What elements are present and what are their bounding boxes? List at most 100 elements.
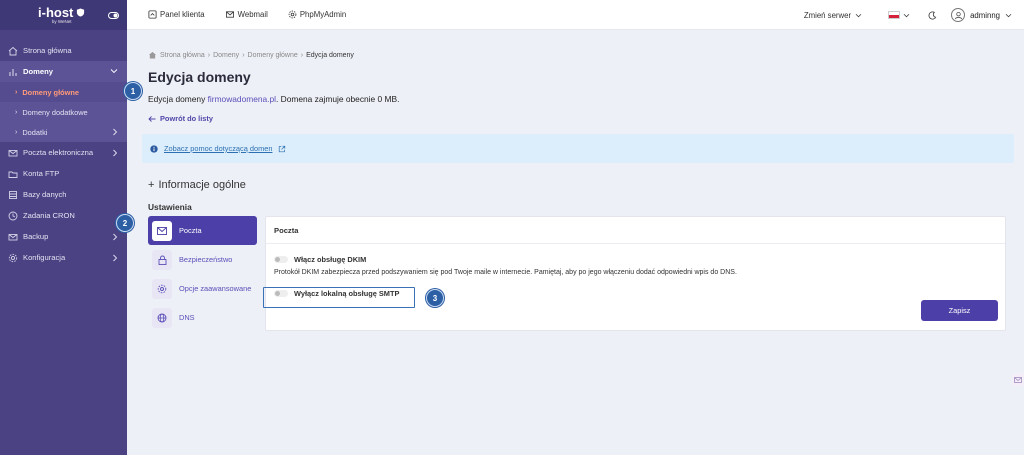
- sidebar-item-email[interactable]: Poczta elektroniczna: [0, 142, 127, 163]
- mail-icon: [152, 220, 172, 241]
- domain-name: firmowadomena.pl: [207, 94, 277, 104]
- tab-label: Poczta: [179, 226, 202, 235]
- topbar-link-label: PhpMyAdmin: [299, 10, 347, 19]
- dark-mode-moon-icon[interactable]: [928, 11, 937, 20]
- breadcrumb-item[interactable]: Domeny główne: [248, 52, 298, 59]
- home-icon: [148, 10, 157, 19]
- sidebar-item-databases[interactable]: Bazy danych: [0, 184, 127, 205]
- general-info-section-toggle[interactable]: + Informacje ogólne: [148, 179, 246, 191]
- breadcrumb: Strona główna › Domeny › Domeny główne ›…: [148, 51, 354, 59]
- globe-icon: [152, 307, 172, 328]
- sidebar-subitem-label: Domeny dodatkowe: [22, 107, 88, 117]
- logo[interactable]: i-host by WeNet: [38, 6, 85, 25]
- external-link-icon[interactable]: [278, 145, 286, 153]
- server-switch-dropdown[interactable]: Zmień serwer: [804, 11, 862, 20]
- avatar: [951, 8, 966, 22]
- section-title: Informacje ogólne: [158, 179, 246, 191]
- shield-logo-icon: [77, 8, 85, 17]
- topbar-link-phpmyadmin[interactable]: PhpMyAdmin: [288, 10, 346, 19]
- backup-icon: [8, 233, 18, 240]
- dkim-toggle[interactable]: [274, 256, 288, 263]
- breadcrumb-item[interactable]: Domeny: [213, 52, 239, 59]
- home-icon: [8, 46, 18, 55]
- help-domains-link[interactable]: Zobacz pomoc dotyczącą domen: [164, 144, 272, 153]
- back-to-list-label: Powrót do listy: [160, 114, 213, 123]
- chevron-down-icon: [855, 13, 862, 17]
- arrow-left-icon: [148, 115, 156, 122]
- dkim-label: Włącz obsługę DKIM: [294, 255, 367, 264]
- sidebar-item-config[interactable]: Konfiguracja: [0, 247, 127, 268]
- sidebar: i-host by WeNet Strona główna Domeny › D…: [0, 0, 127, 455]
- sidebar-nav: Strona główna Domeny › Domeny główne › D…: [0, 40, 127, 268]
- tab-security[interactable]: Bezpieczeństwo: [148, 245, 257, 274]
- arrow-right-icon: ›: [15, 88, 18, 96]
- user-menu[interactable]: adminng: [951, 8, 1012, 22]
- database-icon: [9, 190, 17, 199]
- side-mail-icon[interactable]: [1012, 373, 1024, 386]
- sidebar-item-ftp[interactable]: Konta FTP: [0, 163, 127, 184]
- tab-advanced-options[interactable]: Opcje zaawansowane: [148, 274, 257, 303]
- sidebar-subitem-label: Dodatki: [22, 127, 48, 137]
- topbar-link-webmail[interactable]: Webmail: [225, 10, 268, 19]
- sidebar-item-label: Strona główna: [23, 46, 72, 55]
- settings-tabs: Poczta Bezpieczeństwo Opcje zaawansowane…: [148, 216, 257, 332]
- folder-icon: [8, 171, 18, 178]
- topbar-link-client-panel[interactable]: Panel klienta: [148, 10, 205, 19]
- step-marker-1: 1: [124, 82, 142, 100]
- tab-label: DNS: [179, 313, 195, 322]
- smtp-highlight-box: [263, 287, 415, 308]
- mail-icon: [8, 149, 18, 156]
- chevron-right-icon: [113, 128, 118, 136]
- save-button[interactable]: Zapisz: [921, 300, 998, 321]
- step-marker-3: 3: [426, 289, 444, 307]
- breadcrumb-separator: ›: [207, 51, 211, 59]
- home-icon: [148, 51, 157, 59]
- description-suffix: . Domena zajmuje obecnie 0 MB.: [276, 94, 400, 104]
- step-marker-2: 2: [116, 214, 134, 232]
- sidebar-item-label: Domeny: [23, 67, 53, 76]
- sidebar-item-label: Backup: [23, 232, 49, 241]
- tab-dns[interactable]: DNS: [148, 303, 257, 332]
- chevron-right-icon: [113, 254, 118, 262]
- gear-icon: [288, 10, 297, 19]
- gear-icon: [152, 278, 172, 299]
- sidebar-toggle-icon[interactable]: [108, 11, 119, 19]
- sidebar-subitem-additional-domains[interactable]: › Domeny dodatkowe: [0, 102, 127, 122]
- sidebar-item-label: Zadania CRON: [23, 211, 75, 220]
- page-title: Edycja domeny: [148, 69, 251, 85]
- back-to-list-link[interactable]: Powrót do listy: [148, 114, 213, 123]
- dkim-help-text: Protokół DKIM zabezpiecza przed podszywa…: [274, 269, 737, 276]
- chevron-right-icon: [113, 149, 118, 157]
- gear-icon: [8, 253, 18, 262]
- page-description: Edycja domeny firmowadomena.pl. Domena z…: [148, 94, 399, 104]
- sidebar-item-label: Konfiguracja: [23, 253, 66, 262]
- dkim-option: Włącz obsługę DKIM: [274, 255, 366, 264]
- info-icon: [150, 144, 158, 153]
- domains-submenu: › Domeny główne › Domeny dodatkowe › Dod…: [0, 82, 127, 142]
- chevron-down-icon: [903, 13, 910, 17]
- sidebar-subitem-addons[interactable]: › Dodatki: [0, 122, 127, 142]
- sidebar-item-domains[interactable]: Domeny: [0, 61, 127, 82]
- topbar: Panel klienta Webmail PhpMyAdmin Zmień s…: [127, 0, 1024, 30]
- lock-icon: [152, 249, 172, 270]
- chart-icon: [9, 68, 17, 76]
- breadcrumb-item[interactable]: Strona główna: [160, 52, 205, 59]
- sidebar-item-cron[interactable]: Zadania CRON: [0, 205, 127, 226]
- breadcrumb-separator: ›: [300, 51, 304, 59]
- language-dropdown[interactable]: [888, 11, 910, 19]
- tab-mail[interactable]: Poczta: [148, 216, 257, 245]
- topbar-link-label: Webmail: [237, 10, 268, 19]
- mail-settings-panel: Poczta Włącz obsługę DKIM Protokół DKIM …: [265, 216, 1006, 331]
- plus-icon: +: [148, 179, 155, 191]
- topbar-right: Zmień serwer adminng: [804, 0, 1024, 30]
- arrow-right-icon: ›: [15, 128, 18, 136]
- sidebar-item-backup[interactable]: Backup: [0, 226, 127, 247]
- sidebar-subitem-main-domains[interactable]: › Domeny główne: [0, 82, 127, 102]
- poland-flag-icon: [888, 11, 901, 19]
- logo-text: i-host: [38, 4, 74, 20]
- brand-bar: i-host by WeNet: [0, 0, 127, 30]
- sidebar-item-home[interactable]: Strona główna: [0, 40, 127, 61]
- mail-icon: [225, 11, 234, 18]
- chevron-down-icon: [1005, 13, 1012, 17]
- breadcrumb-current: Edycja domeny: [306, 51, 354, 59]
